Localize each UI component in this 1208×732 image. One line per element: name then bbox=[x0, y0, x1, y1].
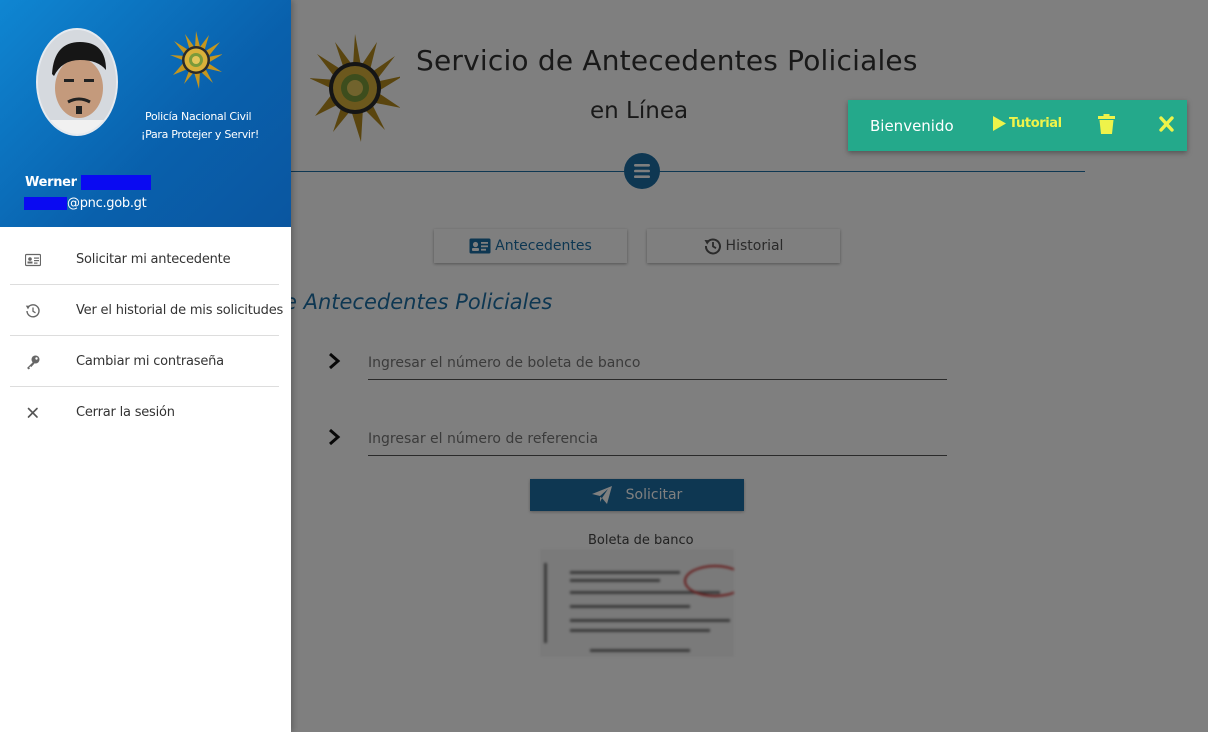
play-icon bbox=[993, 116, 1006, 131]
police-badge-logo bbox=[170, 31, 222, 89]
tutorial-label: Tutorial bbox=[1009, 116, 1062, 131]
key-icon bbox=[27, 355, 40, 370]
side-drawer: Policía Nacional Civil ¡Para Protejer y … bbox=[0, 0, 291, 732]
history-icon bbox=[25, 304, 40, 318]
drawer-header: Policía Nacional Civil ¡Para Protejer y … bbox=[0, 0, 291, 227]
sidebar-item-label: Cerrar la sesión bbox=[76, 405, 175, 420]
trash-icon[interactable] bbox=[1098, 114, 1115, 134]
redaction-block bbox=[24, 197, 67, 210]
org-motto: ¡Para Protejer y Servir! bbox=[141, 128, 260, 141]
welcome-toast: Bienvenido Tutorial bbox=[848, 100, 1187, 151]
sidebar-item-historial[interactable]: Ver el historial de mis solicitudes bbox=[10, 286, 283, 336]
user-first-name: Werner bbox=[25, 175, 77, 190]
tutorial-button[interactable]: Tutorial bbox=[992, 116, 1062, 131]
sidebar-item-contrasena[interactable]: Cambiar mi contraseña bbox=[10, 337, 279, 387]
user-email-domain: @pnc.gob.gt bbox=[67, 196, 147, 211]
toast-message: Bienvenido bbox=[870, 117, 954, 135]
id-card-icon bbox=[25, 253, 41, 267]
sidebar-item-label: Cambiar mi contraseña bbox=[76, 354, 224, 369]
close-icon[interactable] bbox=[1159, 115, 1174, 133]
sidebar-item-cerrar-sesion[interactable]: Cerrar la sesión bbox=[10, 388, 279, 438]
sidebar-item-label: Ver el historial de mis solicitudes bbox=[76, 303, 284, 318]
org-name: Policía Nacional Civil bbox=[145, 110, 252, 123]
close-icon bbox=[27, 407, 38, 418]
user-name: Werner bbox=[25, 175, 151, 190]
user-email: @pnc.gob.gt bbox=[24, 196, 147, 211]
redaction-block bbox=[80, 175, 151, 190]
sidebar-item-label: Solicitar mi antecedente bbox=[76, 252, 231, 267]
avatar bbox=[36, 28, 118, 136]
sidebar-item-solicitar[interactable]: Solicitar mi antecedente bbox=[10, 235, 279, 285]
